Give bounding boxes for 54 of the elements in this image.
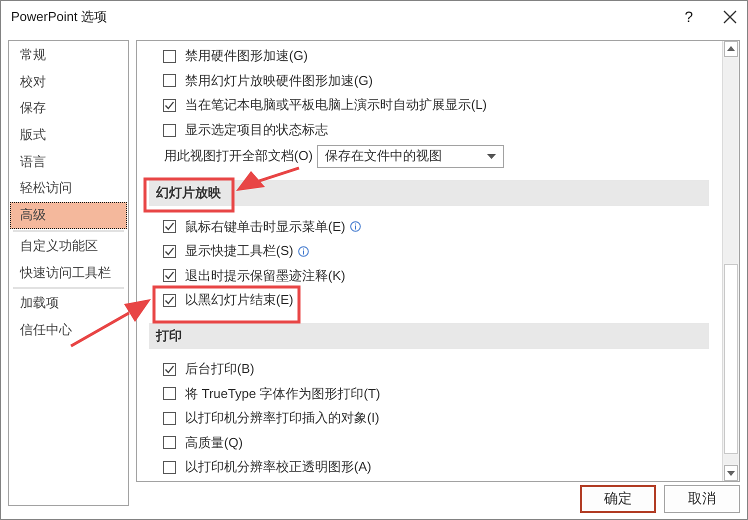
- checkbox[interactable]: [163, 74, 176, 88]
- checkbox-label: 退出时提示保留墨迹注释(K): [185, 266, 346, 285]
- sidebar-item[interactable]: 语言: [10, 148, 127, 176]
- checkbox-label: 当在笔记本电脑或平板电脑上演示时自动扩展显示(L): [185, 96, 487, 114]
- checkbox-label: 后台打印(B): [185, 360, 254, 378]
- close-icon[interactable]: [723, 10, 737, 24]
- checkbox[interactable]: [163, 294, 176, 307]
- info-icon[interactable]: [298, 246, 310, 257]
- scroll-thumb[interactable]: [724, 264, 738, 454]
- dropdown-label: 用此视图打开全部文档(O): [164, 147, 313, 166]
- checkbox-label: 显示选定项目的状态标志: [185, 121, 328, 140]
- sidebar-item[interactable]: 信任中心: [10, 316, 127, 344]
- sidebar-item[interactable]: 轻松访问: [10, 175, 127, 202]
- sidebar-item[interactable]: 快速访问工具栏: [10, 260, 127, 286]
- dialog-button[interactable]: 取消: [664, 485, 740, 513]
- caret-icon: [486, 154, 496, 159]
- scrollbar[interactable]: [722, 41, 739, 481]
- sidebar-item[interactable]: 版式: [10, 122, 127, 149]
- checkbox-label: 高质量(Q): [185, 434, 243, 452]
- sidebar-item[interactable]: 加载项: [10, 290, 127, 317]
- section-header: 幻灯片放映: [149, 180, 709, 206]
- window-title: PowerPoint 选项: [11, 8, 108, 26]
- view-dropdown[interactable]: 保存在文件中的视图: [316, 144, 504, 168]
- sidebar-item[interactable]: 高级: [10, 202, 127, 229]
- checkbox-label: 显示快捷工具栏(S): [185, 242, 294, 260]
- checkbox[interactable]: [163, 98, 176, 112]
- checkbox[interactable]: [163, 412, 176, 425]
- info-icon[interactable]: [350, 221, 362, 232]
- checkbox[interactable]: [163, 220, 176, 234]
- checkbox-label: 以打印机分辨率校正透明图形(A): [185, 458, 372, 476]
- checkbox-label: 鼠标右键单击时显示菜单(E): [185, 218, 346, 236]
- checkbox[interactable]: [163, 244, 176, 258]
- checkbox[interactable]: [163, 460, 176, 474]
- checkbox[interactable]: [163, 436, 176, 450]
- checkbox[interactable]: [163, 269, 176, 282]
- checkbox-label: 将 TrueType 字体作为图形打印(T): [185, 384, 380, 403]
- sidebar-item[interactable]: 校对: [10, 68, 127, 96]
- help-button[interactable]: ?: [684, 8, 693, 26]
- section-header: 打印: [149, 322, 709, 349]
- checkbox[interactable]: [163, 387, 176, 400]
- checkbox[interactable]: [163, 124, 176, 137]
- scroll-down-icon[interactable]: [724, 465, 738, 481]
- checkbox-label: 禁用硬件图形加速(G): [185, 47, 308, 66]
- sidebar-item[interactable]: 常规: [10, 42, 127, 69]
- scroll-up-icon[interactable]: [724, 41, 738, 57]
- sidebar-item[interactable]: 自定义功能区: [10, 232, 127, 260]
- checkbox[interactable]: [163, 362, 176, 376]
- checkbox[interactable]: [163, 50, 176, 63]
- checkbox-label: 以打印机分辨率打印插入的对象(I): [185, 409, 380, 428]
- dialog-button[interactable]: 确定: [580, 485, 656, 513]
- sidebar-item[interactable]: 保存: [10, 95, 127, 122]
- checkbox-label: 以黑幻灯片结束(E): [185, 291, 294, 310]
- checkbox-label: 禁用幻灯片放映硬件图形加速(G): [185, 72, 373, 90]
- arrow: [236, 166, 300, 191]
